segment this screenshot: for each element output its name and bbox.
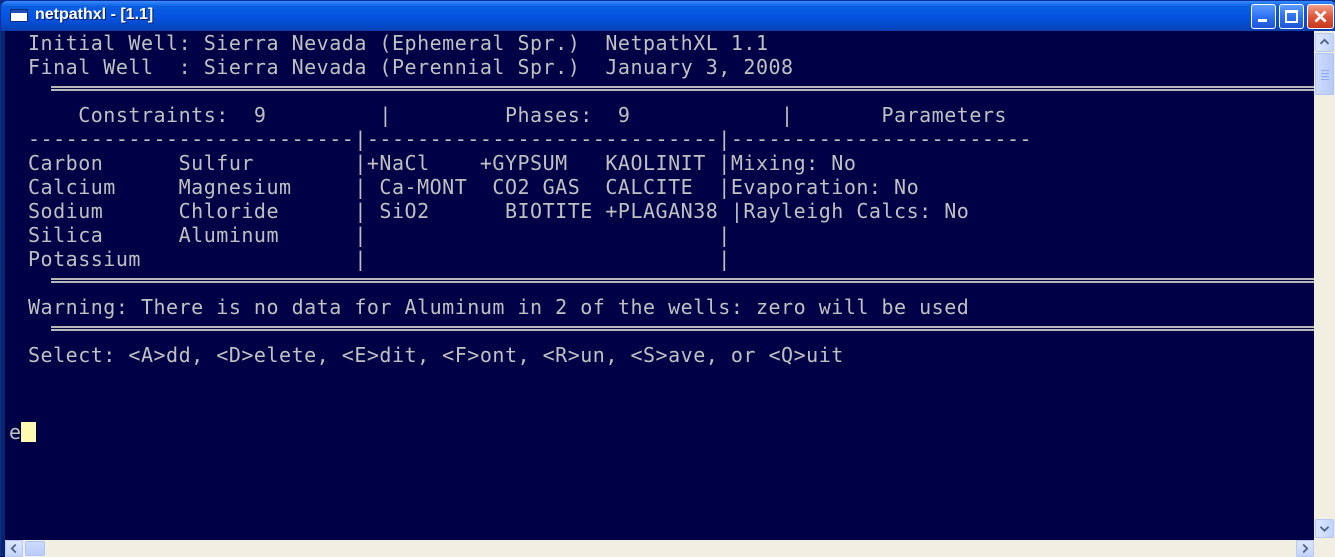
scrollbar-corner: [1314, 540, 1335, 557]
table-row: Carbon Sulfur |+NaCl +GYPSUM KAOLINIT |M…: [28, 151, 857, 175]
command-input[interactable]: e: [9, 420, 37, 444]
table-row: Calcium Magnesium | Ca-MONT CO2 GAS CALC…: [28, 175, 920, 199]
horizontal-scrollbar[interactable]: [5, 540, 1314, 557]
text-cursor: [21, 422, 37, 442]
menu-prompt: Select: <A>dd, <D>elete, <E>dit, <F>ont,…: [28, 343, 844, 367]
console-text: Initial Well: Sierra Nevada (Ephemeral S…: [5, 31, 1314, 367]
table-header-line: Constraints: 9 | Phases: 9 | Parameters: [28, 103, 1007, 127]
horizontal-scroll-thumb[interactable]: [25, 541, 45, 556]
separator-rule: [28, 319, 1314, 343]
scroll-up-button[interactable]: [1315, 33, 1334, 52]
console-window: netpathxl - [1.1] Initial Well: Sierra N…: [0, 0, 1335, 557]
separator-rule: [28, 79, 1314, 103]
console-window-icon[interactable]: [10, 9, 28, 22]
vertical-scroll-thumb[interactable]: [1315, 53, 1334, 95]
console-output[interactable]: Initial Well: Sierra Nevada (Ephemeral S…: [5, 31, 1314, 540]
separator-rule: [28, 271, 1314, 295]
minimize-button[interactable]: [1251, 4, 1276, 29]
grip-line: [1321, 79, 1329, 80]
scroll-left-button[interactable]: [5, 540, 23, 557]
table-header-rule: --------------------------|-------------…: [28, 127, 1033, 151]
chevron-up-icon: [1319, 38, 1330, 45]
minimize-icon: [1258, 19, 1267, 22]
grip-line: [1321, 76, 1329, 77]
maximize-button[interactable]: [1279, 4, 1304, 29]
close-button[interactable]: [1307, 4, 1334, 29]
initial-well-line: Initial Well: Sierra Nevada (Ephemeral S…: [28, 31, 769, 55]
grip-line: [1321, 70, 1329, 71]
final-well-line: Final Well : Sierra Nevada (Perennial Sp…: [28, 55, 794, 79]
warning-message: Warning: There is no data for Aluminum i…: [28, 295, 970, 319]
grip-line: [1321, 73, 1329, 74]
table-row: Silica Aluminum | |: [28, 223, 731, 247]
close-icon: [1314, 10, 1327, 23]
chevron-left-icon: [10, 543, 17, 554]
scroll-right-button[interactable]: [1296, 540, 1314, 557]
chevron-down-icon: [1319, 526, 1330, 533]
vertical-scrollbar[interactable]: [1314, 31, 1335, 540]
table-row: Sodium Chloride | SiO2 BIOTITE +PLAGAN38…: [28, 199, 970, 223]
title-bar[interactable]: netpathxl - [1.1]: [1, 1, 1335, 31]
chevron-right-icon: [1302, 543, 1309, 554]
scroll-down-button[interactable]: [1315, 519, 1334, 538]
maximize-icon: [1285, 10, 1298, 23]
window-title: netpathxl - [1.1]: [35, 6, 154, 23]
table-row: Potassium | |: [28, 247, 731, 271]
command-input-text: e: [9, 420, 22, 444]
